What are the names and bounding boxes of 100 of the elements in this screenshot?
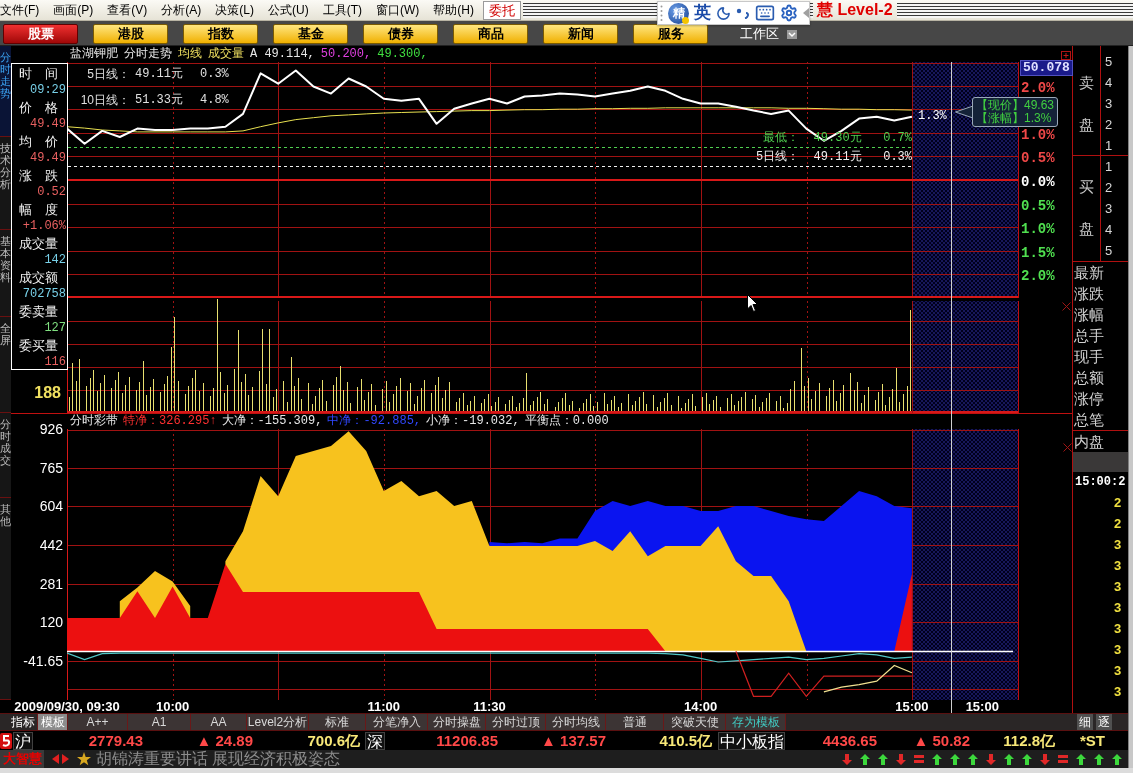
indicator-readout: 特净：326.295↑	[123, 414, 217, 429]
index-value: 4436.65	[822, 731, 877, 750]
trade-button[interactable]: 委托	[483, 0, 521, 20]
index-name[interactable]: 深	[365, 731, 385, 750]
time-axis-label: 11:00	[367, 700, 401, 713]
menu-item[interactable]: 窗口(W)	[376, 0, 420, 20]
market-button[interactable]: 股票	[3, 24, 78, 44]
index-change: ▲ 24.89	[196, 731, 253, 750]
menu-item[interactable]: 公式(U)	[268, 0, 309, 20]
chart-title-item: 盐湖钾肥	[70, 46, 118, 62]
market-button[interactable]: 港股	[93, 24, 168, 44]
up-arrow-icon	[1022, 753, 1032, 765]
value-axis-label: 926	[39, 421, 63, 437]
tick-volume: 3	[1114, 578, 1122, 596]
template-tab[interactable]: 分时操盘	[428, 714, 486, 730]
workspace-label[interactable]: 工作区	[740, 25, 779, 43]
tick-volume: 2	[1114, 494, 1122, 512]
index-turnover: 700.6亿	[307, 731, 360, 750]
up-arrow-icon	[878, 753, 888, 765]
settings-icon[interactable]	[780, 4, 798, 22]
tick-volume: 3	[1114, 662, 1122, 680]
info-value: 702758	[22, 286, 66, 303]
view-tab[interactable]: 逐	[1096, 714, 1112, 730]
menu-item[interactable]: 帮助(H)	[433, 0, 474, 20]
percent-axis-label: 0.5%	[1021, 150, 1055, 166]
template-tab[interactable]: A++	[68, 714, 128, 730]
template-tab[interactable]: 分时过顶	[486, 714, 546, 730]
close-icon[interactable]	[1063, 443, 1072, 452]
template-tab[interactable]: Level2分析	[247, 714, 309, 730]
punctuation-icon[interactable]	[736, 7, 750, 19]
quote-field-label: 总额	[1073, 368, 1104, 387]
ime-logo[interactable]: 精	[668, 2, 689, 24]
up-arrow-icon	[932, 753, 942, 765]
tick-time: 15:00:2	[1075, 475, 1126, 489]
index-name[interactable]: 沪	[13, 731, 33, 750]
template-tab[interactable]: 普通	[606, 714, 664, 730]
info-label: 涨 跌	[19, 167, 58, 184]
template-tab[interactable]: 分笔净入	[366, 714, 428, 730]
quote-field-label: 内盘	[1073, 431, 1104, 451]
tick-volume: 3	[1114, 536, 1122, 554]
info-label: 成交额	[19, 269, 58, 286]
up-arrow-icon	[1076, 753, 1086, 765]
ticker-stock-name: *ST	[1080, 731, 1105, 750]
market-button[interactable]: 指数	[183, 24, 258, 44]
ask-level: 1	[1105, 137, 1113, 155]
info-value: +1.06%	[22, 218, 66, 235]
news-headline[interactable]: 胡锦涛重要讲话 展现经济积极姿态	[96, 750, 341, 768]
legend-percent: 0.3%	[200, 67, 229, 81]
menu-item[interactable]: 分析(A)	[161, 0, 202, 20]
bid-level: 3	[1105, 200, 1113, 218]
input-mode-toggle[interactable]: 英	[694, 3, 711, 23]
moon-icon[interactable]	[716, 5, 731, 21]
percent-axis-label: 2.0%	[1021, 80, 1055, 96]
close-icon[interactable]	[1062, 302, 1071, 311]
dropdown-icon[interactable]	[787, 29, 797, 39]
market-button[interactable]: 债券	[363, 24, 438, 44]
chart-title-item: 50.200,	[320, 46, 372, 62]
market-button[interactable]: 新闻	[543, 24, 618, 44]
tooltip-text: 【现价】49.63	[976, 99, 1055, 112]
menu-item[interactable]: 工具(T)	[322, 0, 362, 20]
bid-level: 2	[1105, 179, 1113, 197]
percent-axis-label: 1.5%	[1021, 245, 1055, 261]
volume-axis-label: 188	[34, 385, 61, 401]
keyboard-icon[interactable]	[755, 3, 775, 23]
bid-level: 1	[1105, 158, 1113, 176]
quote-field-label: 总手	[1073, 326, 1104, 345]
info-value: 49.49	[30, 116, 66, 133]
value-axis-label: 120	[39, 614, 63, 630]
template-tab[interactable]: AA	[191, 714, 247, 730]
info-value: 127	[44, 320, 66, 337]
previous-icon[interactable]	[52, 754, 59, 764]
grip-icon[interactable]	[660, 4, 663, 22]
menu-item[interactable]: 决策(L)	[215, 0, 254, 20]
template-tab[interactable]: A1	[128, 714, 191, 730]
time-axis-label: 14:00	[684, 700, 718, 713]
indicator-readout: 平衡点：0.000	[524, 414, 609, 429]
menu-item[interactable]: 文件(F)	[0, 0, 40, 20]
percent-axis-label: 0.5%	[1021, 198, 1055, 214]
value-axis-label: -41.65	[23, 653, 63, 669]
time-axis-label: 15:00	[895, 700, 929, 713]
market-button[interactable]: 基金	[273, 24, 348, 44]
template-tab[interactable]: 突破天使	[664, 714, 726, 730]
view-tab[interactable]: 细	[1077, 714, 1093, 730]
plus-icon[interactable]	[1061, 51, 1071, 60]
info-value: 49.49	[30, 150, 66, 167]
market-button[interactable]: 服务	[633, 24, 708, 44]
next-icon[interactable]	[62, 754, 69, 764]
menu-item[interactable]: 画面(P)	[53, 0, 94, 20]
market-button[interactable]: 商品	[453, 24, 528, 44]
template-tab[interactable]: 标准	[309, 714, 366, 730]
caret-icon[interactable]	[803, 8, 809, 18]
tick-volume: 3	[1114, 599, 1122, 617]
template-tab[interactable]: 分时均线	[546, 714, 606, 730]
template-tab[interactable]: 存为模板	[726, 714, 786, 730]
percent-axis-label: 2.0%	[1021, 268, 1055, 284]
index-name[interactable]: 中小板指	[718, 731, 785, 750]
ask-level: 2	[1105, 116, 1113, 134]
menu-item[interactable]: 查看(V)	[107, 0, 148, 20]
mouse-cursor-icon	[747, 294, 758, 312]
value-axis-label: 281	[39, 576, 63, 592]
